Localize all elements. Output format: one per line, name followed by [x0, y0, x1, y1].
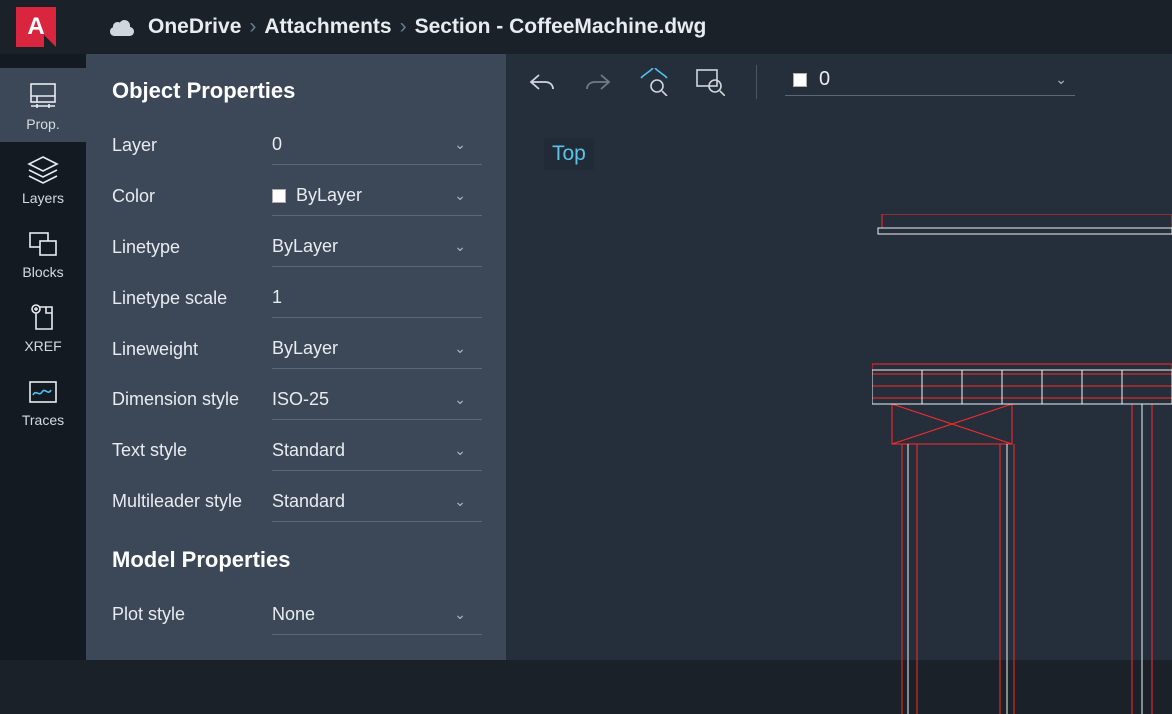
linetype-dropdown[interactable]: ByLayer ⌄	[272, 227, 482, 267]
app-logo: A	[16, 7, 56, 47]
drawing-wireframe	[872, 214, 1172, 714]
zoom-window-button[interactable]	[692, 64, 728, 100]
layer-dropdown[interactable]: 0 ⌄	[272, 125, 482, 165]
left-sidebar: Prop. Layers Blocks	[0, 54, 86, 660]
sidebar-item-xref[interactable]: XREF	[0, 290, 86, 364]
chevron-down-icon: ⌄	[454, 238, 466, 255]
text-style-dropdown[interactable]: Standard ⌄	[272, 431, 482, 471]
model-properties-heading: Model Properties	[112, 547, 506, 573]
dimension-style-dropdown[interactable]: ISO-25 ⌄	[272, 380, 482, 420]
breadcrumb-folder[interactable]: Attachments	[264, 15, 391, 39]
layers-icon	[25, 156, 61, 184]
view-orientation-label[interactable]: Top	[544, 138, 594, 170]
chevron-down-icon: ⌄	[454, 391, 466, 408]
sidebar-item-label: XREF	[24, 338, 61, 354]
color-swatch-icon	[793, 73, 807, 87]
undo-button[interactable]	[524, 64, 560, 100]
prop-label: Linetype scale	[112, 288, 272, 309]
prop-row-lineweight: Lineweight ByLayer ⌄	[112, 326, 506, 373]
sidebar-item-layers[interactable]: Layers	[0, 142, 86, 216]
canvas-toolbar: 0 ⌄	[506, 54, 1172, 110]
sidebar-item-properties[interactable]: Prop.	[0, 68, 86, 142]
color-swatch-icon	[272, 189, 286, 203]
sidebar-item-traces[interactable]: Traces	[0, 364, 86, 438]
redo-button[interactable]	[580, 64, 616, 100]
app-logo-symbol: A	[27, 13, 44, 41]
plot-style-dropdown[interactable]: None ⌄	[272, 595, 482, 635]
prop-label: Dimension style	[112, 389, 272, 410]
prop-row-color: Color ByLayer ⌄	[112, 173, 506, 220]
canvas-layer-dropdown[interactable]: 0 ⌄	[785, 68, 1075, 96]
chevron-down-icon: ⌄	[454, 136, 466, 153]
breadcrumb-file[interactable]: Section - CoffeeMachine.dwg	[415, 15, 707, 39]
prop-row-plot-style: Plot style None ⌄	[112, 591, 506, 638]
blocks-icon	[25, 230, 61, 258]
sidebar-item-label: Layers	[22, 190, 64, 206]
app-header: A OneDrive › Attachments › Section - Cof…	[0, 0, 1172, 54]
breadcrumb-sep-icon: ›	[249, 15, 256, 39]
properties-panel: Object Properties Layer 0 ⌄ Color ByLaye…	[86, 54, 506, 660]
sidebar-item-blocks[interactable]: Blocks	[0, 216, 86, 290]
chevron-down-icon: ⌄	[454, 493, 466, 510]
breadcrumb-sep-icon: ›	[400, 15, 407, 39]
prop-label: Lineweight	[112, 339, 272, 360]
sidebar-item-label: Prop.	[26, 116, 59, 132]
prop-label: Plot style	[112, 604, 272, 625]
properties-icon	[25, 82, 61, 110]
drawing-canvas[interactable]: 0 ⌄ Top	[506, 54, 1172, 660]
chevron-down-icon: ⌄	[1055, 71, 1067, 88]
sidebar-item-label: Blocks	[22, 264, 63, 280]
prop-label: Layer	[112, 135, 272, 156]
breadcrumb: OneDrive › Attachments › Section - Coffe…	[148, 15, 706, 39]
object-properties-heading: Object Properties	[112, 78, 506, 104]
breadcrumb-source[interactable]: OneDrive	[148, 15, 241, 39]
traces-icon	[25, 378, 61, 406]
prop-row-layer: Layer 0 ⌄	[112, 122, 506, 169]
prop-label: Linetype	[112, 237, 272, 258]
zoom-extents-button[interactable]	[636, 64, 672, 100]
chevron-down-icon: ⌄	[454, 606, 466, 623]
prop-row-linetype-scale: Linetype scale 1	[112, 275, 506, 322]
chevron-down-icon: ⌄	[454, 187, 466, 204]
sidebar-item-label: Traces	[22, 412, 64, 428]
color-dropdown[interactable]: ByLayer ⌄	[272, 176, 482, 216]
prop-row-text-style: Text style Standard ⌄	[112, 427, 506, 474]
xref-icon	[25, 304, 61, 332]
prop-label: Multileader style	[112, 491, 272, 512]
chevron-down-icon: ⌄	[454, 340, 466, 357]
toolbar-divider	[756, 65, 757, 99]
chevron-down-icon: ⌄	[454, 442, 466, 459]
linetype-scale-input[interactable]: 1	[272, 278, 482, 318]
prop-row-multileader-style: Multileader style Standard ⌄	[112, 478, 506, 525]
prop-label: Text style	[112, 440, 272, 461]
prop-row-dimension-style: Dimension style ISO-25 ⌄	[112, 376, 506, 423]
prop-label: Color	[112, 186, 272, 207]
cloud-icon	[108, 17, 136, 37]
prop-row-linetype: Linetype ByLayer ⌄	[112, 224, 506, 271]
multileader-style-dropdown[interactable]: Standard ⌄	[272, 482, 482, 522]
lineweight-dropdown[interactable]: ByLayer ⌄	[272, 329, 482, 369]
